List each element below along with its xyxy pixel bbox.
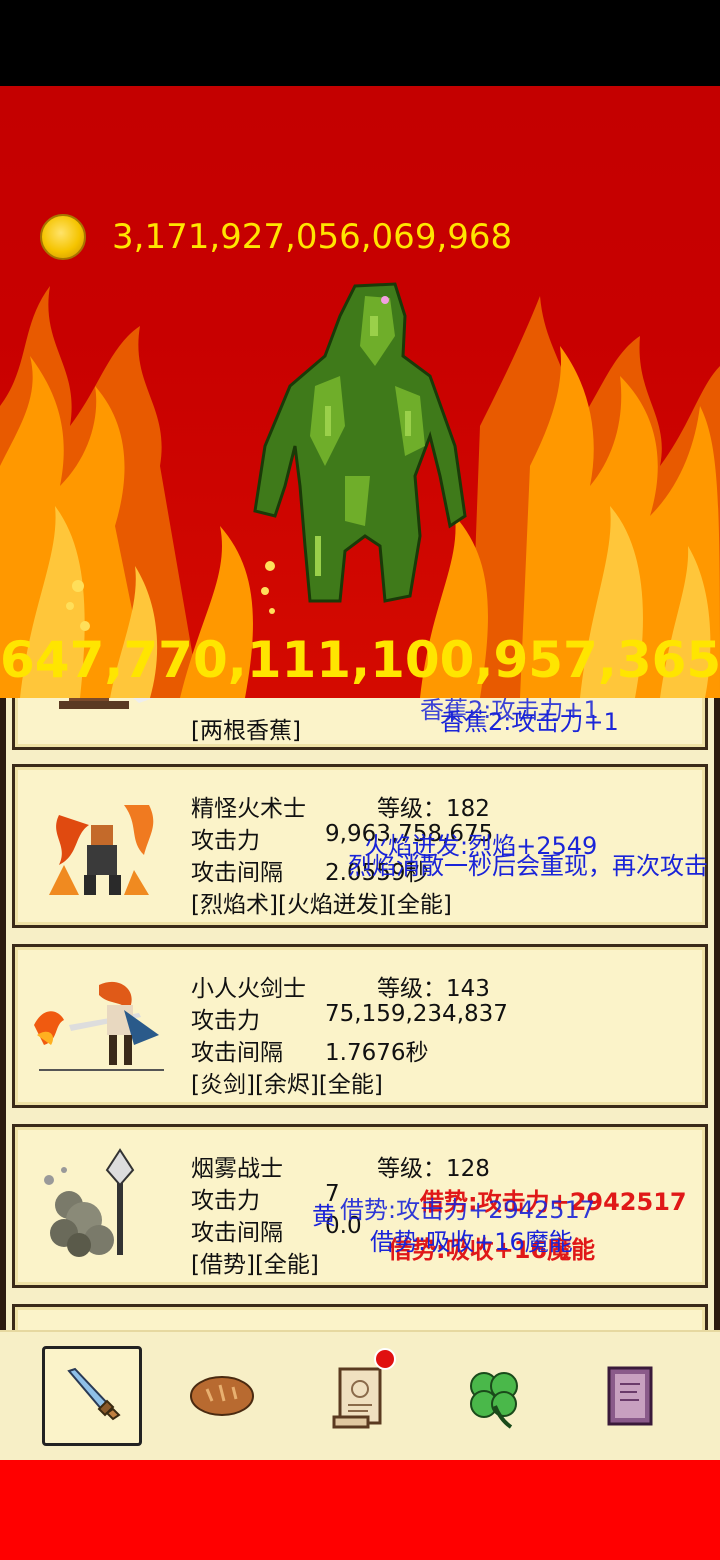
attack-label: 攻击力	[191, 1008, 260, 1034]
scroll-icon	[332, 1367, 382, 1429]
gold-coin-icon	[40, 214, 86, 260]
clover-icon	[470, 1372, 518, 1429]
interval-label: 攻击间隔	[191, 1220, 283, 1246]
attack-label: 攻击力	[191, 828, 260, 854]
hero-list[interactable]: [两根香蕉] 香蕉2:攻击力+1 香蕉2:攻击力+1 精怪火术士 等级：182 …	[0, 698, 720, 1330]
interval-label: 攻击间隔	[191, 1040, 283, 1066]
bottom-nav	[0, 1330, 720, 1462]
floating-text: 借势:吸收+16魔能	[370, 1228, 573, 1256]
status-bar	[0, 0, 720, 86]
hero-skills: [炎剑][余烬][全能]	[191, 1072, 383, 1098]
nav-book-button[interactable]	[580, 1346, 680, 1446]
interval-label: 攻击间隔	[191, 860, 283, 886]
hero-portrait	[49, 805, 154, 895]
list-frame-right	[714, 698, 720, 1330]
hero-name: 小人火剑士	[191, 976, 306, 1002]
notification-badge	[374, 1348, 396, 1370]
hero-portrait	[59, 698, 154, 709]
bottom-banner	[0, 1460, 720, 1560]
hero-level: 等级：143	[377, 976, 490, 1002]
hero-card[interactable]	[12, 1304, 708, 1330]
hero-skills: [两根香蕉]	[191, 718, 301, 744]
boss-hp: 647,770,111,100,957,365	[0, 631, 720, 689]
bread-icon	[190, 1376, 254, 1416]
nav-luck-button[interactable]	[444, 1346, 544, 1446]
floating-text: 香蕉2:攻击力+1	[420, 698, 599, 724]
hero-level: 等级：128	[377, 1156, 490, 1182]
nav-food-button[interactable]	[172, 1346, 272, 1446]
sword-icon	[67, 1367, 121, 1421]
floating-text: 借势:攻击力+2942517	[340, 1196, 596, 1224]
floating-text: 烈焰消散一秒后会重现，再次攻击	[348, 852, 708, 880]
nav-heroes-button[interactable]	[42, 1346, 142, 1446]
tree-golem-monster[interactable]	[245, 276, 475, 606]
hero-skills: [借势][全能]	[191, 1252, 319, 1278]
hero-portrait	[34, 981, 164, 1071]
attack-value: 75,159,234,837	[325, 1001, 508, 1027]
hero-card[interactable]: 小人火剑士 等级：143 攻击力 75,159,234,837 攻击间隔 1.7…	[12, 944, 708, 1108]
book-icon	[607, 1366, 653, 1426]
hero-level: 等级：182	[377, 796, 490, 822]
hero-skills: [烈焰术][火焰迸发][全能]	[191, 892, 452, 918]
list-frame-left	[0, 698, 6, 1330]
gold-counter: 3,171,927,056,069,968	[40, 214, 512, 260]
hero-name: 精怪火术士	[191, 796, 306, 822]
nav-quest-button[interactable]	[310, 1346, 410, 1446]
hero-name: 烟雾战士	[191, 1156, 283, 1182]
attack-label: 攻击力	[191, 1188, 260, 1214]
floating-text: 黄	[312, 1202, 336, 1230]
battle-arena[interactable]: 3,171,927,056,069,968 647,770,111,100,95…	[0, 86, 720, 698]
gold-amount: 3,171,927,056,069,968	[112, 217, 513, 257]
hero-portrait	[44, 1148, 135, 1257]
interval-value: 1.7676秒	[325, 1040, 429, 1066]
